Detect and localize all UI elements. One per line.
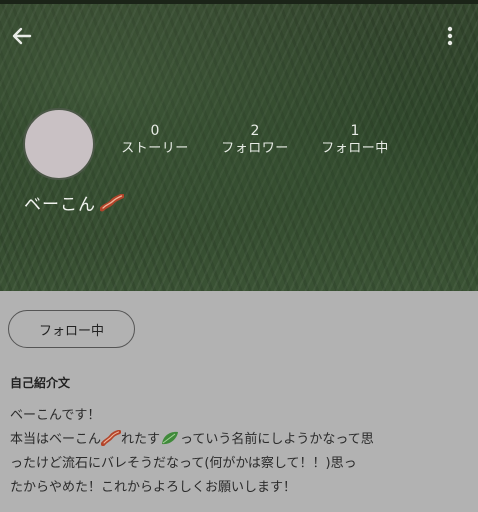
stat-following-label: フォロー中 [321, 141, 389, 156]
username-text: ベーこん [24, 195, 96, 215]
bacon-icon [100, 193, 124, 211]
arrow-left-icon [12, 27, 32, 45]
stat-following-count: 1 [350, 123, 360, 139]
avatar[interactable] [23, 108, 95, 180]
stat-stories-label: ストーリー [121, 141, 189, 156]
stat-following[interactable]: 1 フォロー中 [312, 122, 398, 158]
bio-line: ったけど流石にバレそうだなって(何がかは察して！！)思っ [10, 456, 357, 471]
back-button[interactable] [8, 22, 36, 50]
stat-followers-label: フォロワー [221, 141, 289, 156]
profile-username: ベーこん [24, 190, 124, 215]
bio-text: ベーこんです！ 本当はベーこん れたす っていう名前にしようかなって思 ったけど… [10, 404, 472, 500]
stat-followers[interactable]: 2 フォロワー [212, 122, 298, 158]
stat-followers-count: 2 [250, 123, 260, 139]
profile-header: 0 ストーリー 2 フォロワー 1 フォロー中 ベーこん [0, 0, 478, 291]
bio-line: たからやめた！これからよろしくお願いします！ [10, 480, 297, 495]
status-bar-edge [0, 0, 478, 4]
bio-line: 本当はベーこん れたす っていう名前にしようかなって思 [10, 428, 472, 452]
following-button[interactable]: フォロー中 [8, 310, 135, 348]
bio-title: 自己紹介文 [10, 376, 71, 390]
stat-stories-count: 0 [150, 123, 160, 139]
stat-stories[interactable]: 0 ストーリー [112, 122, 198, 158]
bio-line-part: っていう名前にしようかなって思 [180, 432, 374, 447]
lettuce-leaf-icon [162, 431, 179, 445]
bio-line-part: れたす [121, 432, 161, 447]
more-vertical-icon [447, 26, 453, 46]
more-options-button[interactable] [438, 22, 462, 50]
bacon-icon [101, 430, 122, 446]
bio-line: ベーこんです！ [10, 408, 101, 423]
bio-line-part: 本当はベーこん [10, 432, 102, 447]
